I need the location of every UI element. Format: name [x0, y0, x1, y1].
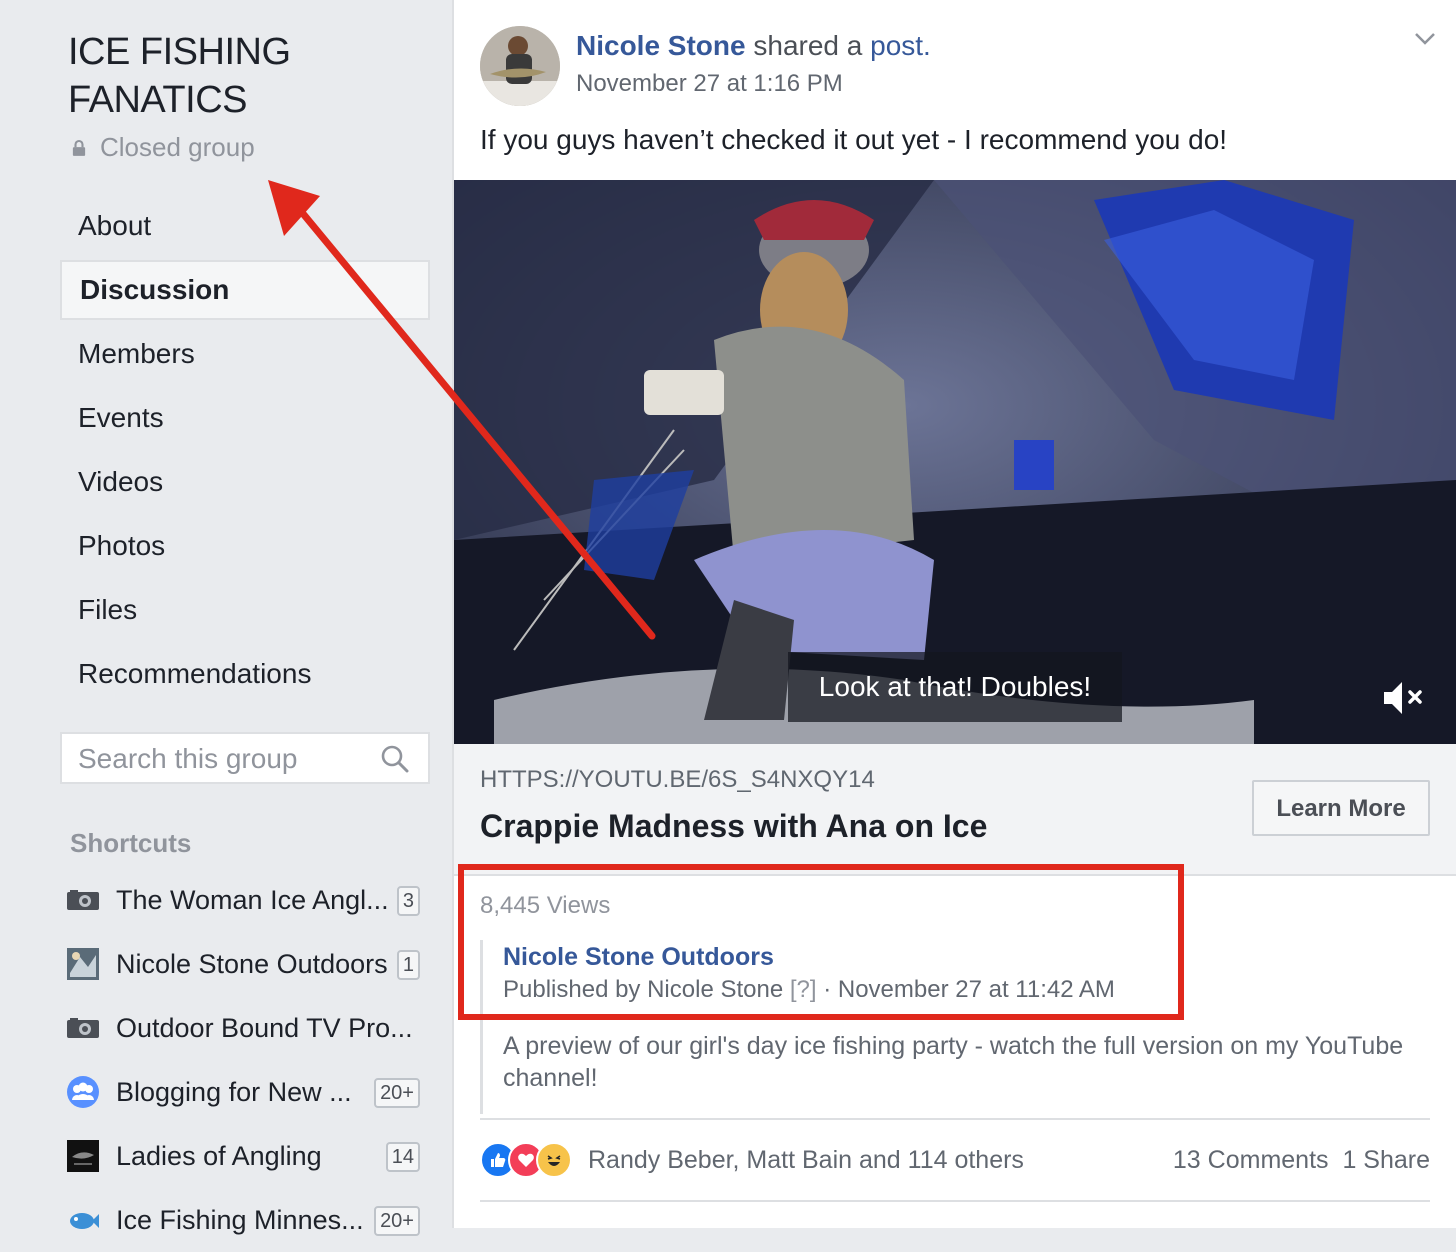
shortcut-badge: 20+	[374, 1206, 420, 1236]
link-url: HTTPS://YOUTU.BE/6S_S4NXQY14	[480, 766, 875, 793]
shared-post-link[interactable]: post.	[870, 30, 931, 61]
nav-item-about[interactable]: About	[60, 194, 430, 258]
reaction-bar: Randy Beber, Matt Bain and 114 others 13…	[480, 1140, 1430, 1180]
group-people-icon	[67, 1076, 99, 1108]
camera-icon	[67, 1018, 99, 1038]
nav-item-recommendations[interactable]: Recommendations	[60, 642, 430, 706]
chevron-down-icon[interactable]	[1414, 32, 1436, 46]
post-timestamp[interactable]: November 27 at 1:16 PM	[576, 70, 843, 98]
group-nav: About Discussion Members Events Videos P…	[60, 194, 430, 706]
shared-description: A preview of our girl's day ice fishing …	[503, 1032, 1404, 1092]
shortcut-item[interactable]: Blogging for New ... 20+	[66, 1060, 426, 1124]
haha-icon	[536, 1142, 572, 1178]
shortcut-item[interactable]: Ice Fishing Minnes... 20+	[66, 1188, 426, 1252]
author-name[interactable]: Nicole Stone	[576, 30, 746, 61]
shortcut-name: Blogging for New ...	[116, 1076, 352, 1107]
fish-icon	[70, 1213, 99, 1229]
nav-item-photos[interactable]: Photos	[60, 514, 430, 578]
video-caption: Look at that! Doubles!	[788, 652, 1122, 722]
camera-icon	[67, 890, 99, 910]
shortcut-name: Ice Fishing Minnes...	[116, 1204, 364, 1235]
shares-count[interactable]: 1 Share	[1342, 1146, 1430, 1174]
group-sidebar: ICE FISHING FANATICS Closed group About …	[0, 0, 452, 1236]
divider	[480, 1200, 1430, 1202]
post-header: Nicole Stone shared a post.	[576, 30, 931, 62]
nav-item-events[interactable]: Events	[60, 386, 430, 450]
shortcut-name: The Woman Ice Angl...	[116, 884, 389, 915]
shortcut-name: Nicole Stone Outdoors	[116, 948, 388, 979]
reaction-icons[interactable]	[480, 1142, 572, 1178]
link-preview[interactable]: HTTPS://YOUTU.BE/6S_S4NXQY14 Crappie Mad…	[454, 744, 1456, 876]
nav-item-discussion[interactable]: Discussion	[60, 260, 430, 320]
post-card: Nicole Stone shared a post. November 27 …	[452, 0, 1456, 1228]
avatar-photo	[480, 26, 560, 106]
shortcut-badge: 3	[396, 886, 420, 916]
group-title-line2: FANATICS	[68, 79, 247, 121]
shortcut-badge: 1	[396, 950, 420, 980]
privacy-label: Closed group	[100, 132, 255, 162]
author-avatar[interactable]	[480, 26, 560, 106]
group-title-line1: ICE FISHING	[68, 31, 291, 73]
shortcut-badge: 14	[385, 1142, 420, 1172]
shortcut-name: Ladies of Angling	[116, 1140, 322, 1171]
shortcut-item[interactable]: Nicole Stone Outdoors 1	[66, 932, 426, 996]
post-text: If you guys haven’t checked it out yet -…	[480, 124, 1228, 155]
search-input[interactable]	[62, 734, 370, 784]
nav-item-files[interactable]: Files	[60, 578, 430, 642]
shortcut-item[interactable]: The Woman Ice Angl... 3	[66, 868, 426, 932]
post-action: shared a	[745, 30, 871, 61]
group-photo-icon	[67, 948, 99, 980]
shortcut-badge: 20+	[374, 1078, 420, 1108]
shortcut-item[interactable]: Outdoor Bound TV Pro...	[66, 996, 426, 1060]
lock-icon	[72, 139, 86, 156]
video-player[interactable]: Look at that! Doubles!	[454, 180, 1456, 744]
engagement-counts: 13 Comments 1 Share	[1173, 1146, 1430, 1175]
annotation-highlight-box	[458, 864, 1184, 1020]
group-search	[60, 732, 430, 784]
learn-more-button[interactable]: Learn More	[1252, 780, 1430, 836]
group-logo-icon	[67, 1140, 99, 1172]
shortcuts-heading: Shortcuts	[70, 828, 192, 858]
divider	[480, 1118, 1430, 1120]
reaction-names[interactable]: Randy Beber, Matt Bain and 114 others	[588, 1146, 1024, 1175]
shortcut-item[interactable]: Ladies of Angling 14	[66, 1124, 426, 1188]
shortcut-name: Outdoor Bound TV Pro...	[116, 1012, 413, 1043]
group-privacy: Closed group	[72, 132, 255, 163]
nav-item-videos[interactable]: Videos	[60, 450, 430, 514]
comments-count[interactable]: 13 Comments	[1173, 1146, 1329, 1174]
group-title[interactable]: ICE FISHING FANATICS	[68, 28, 291, 124]
link-title[interactable]: Crappie Madness with Ana on Ice	[480, 808, 987, 845]
nav-item-members[interactable]: Members	[60, 322, 430, 386]
search-icon[interactable]	[380, 744, 410, 774]
shortcuts-list: The Woman Ice Angl... 3 Nicole Stone Out…	[66, 868, 426, 1252]
muted-speaker-icon[interactable]	[1382, 678, 1426, 718]
